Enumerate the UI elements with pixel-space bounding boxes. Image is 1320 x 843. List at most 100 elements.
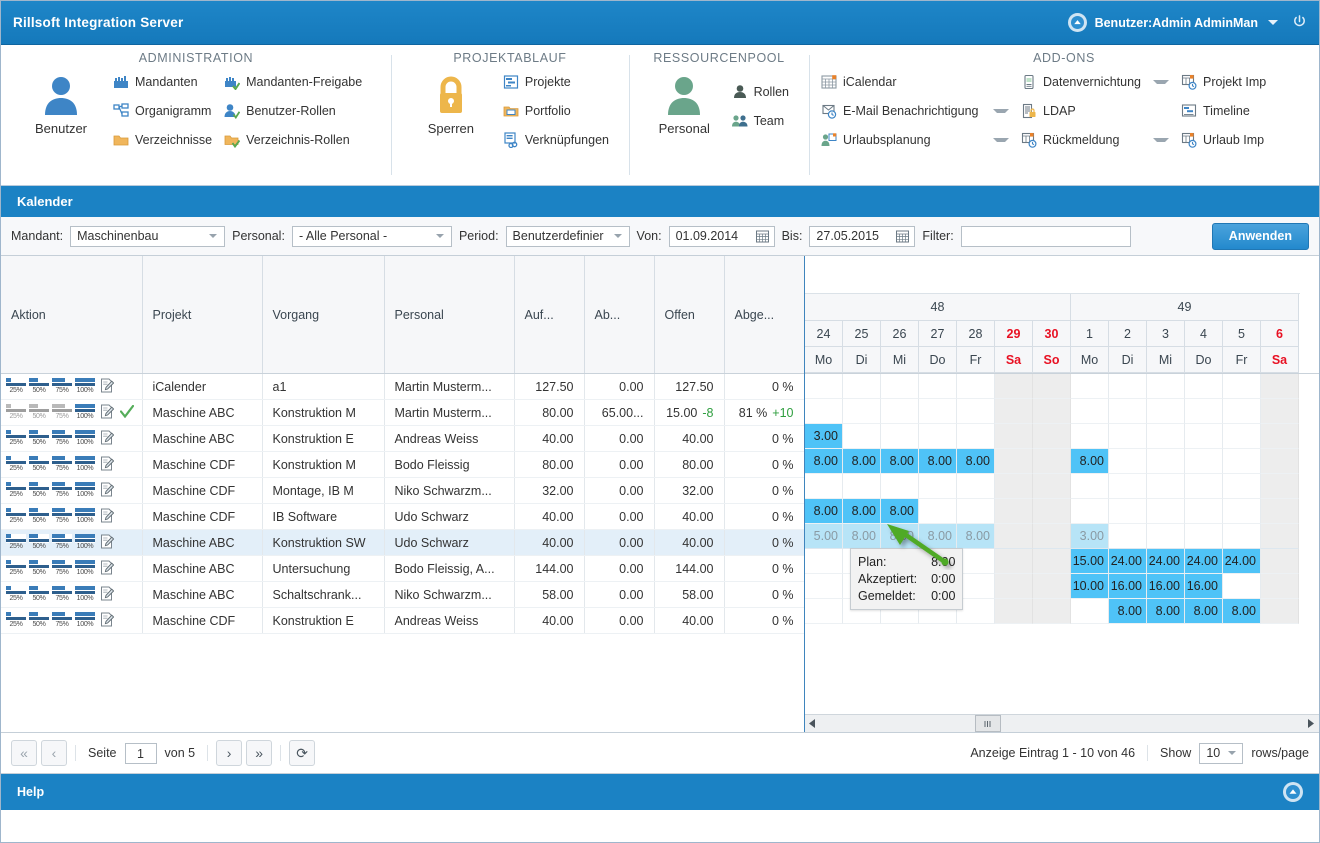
calendar-empty-cell[interactable]: [1223, 449, 1261, 474]
calendar-empty-cell[interactable]: [1185, 399, 1223, 424]
table-row[interactable]: 25%50%75%100%Maschine CDFIB SoftwareUdo …: [1, 504, 804, 530]
calendar-empty-cell[interactable]: [1185, 474, 1223, 499]
calendar-empty-cell[interactable]: [1223, 574, 1261, 599]
calendar-empty-cell[interactable]: [1109, 424, 1147, 449]
chevron-down-icon[interactable]: [993, 138, 1009, 142]
progress-25-button[interactable]: 25%: [5, 404, 27, 421]
progress-25-button[interactable]: 25%: [5, 586, 27, 603]
calendar-empty-cell[interactable]: [805, 574, 843, 599]
calendar-value-cell[interactable]: 8.00: [843, 449, 881, 474]
ribbon-item-team[interactable]: Team: [726, 106, 795, 135]
calendar-value-cell[interactable]: 16.00: [1185, 574, 1223, 599]
progress-75-button[interactable]: 75%: [51, 404, 73, 421]
ribbon-item-urlaubsplanung[interactable]: Urlaubsplanung: [815, 125, 1015, 154]
edit-icon[interactable]: [100, 430, 114, 448]
power-icon[interactable]: [1292, 14, 1307, 32]
ribbon-item-rollen[interactable]: Rollen: [726, 77, 795, 106]
first-page-button[interactable]: «: [11, 740, 37, 766]
calendar-value-cell[interactable]: 24.00: [1223, 549, 1261, 574]
calendar-empty-cell[interactable]: [1185, 524, 1223, 549]
calendar-empty-cell[interactable]: [881, 474, 919, 499]
progress-75-button[interactable]: 75%: [51, 586, 73, 603]
calendar-value-cell[interactable]: 8.00: [919, 449, 957, 474]
calendar-empty-cell[interactable]: [919, 399, 957, 424]
calendar-empty-cell[interactable]: [919, 499, 957, 524]
calendar-empty-cell[interactable]: [1147, 499, 1185, 524]
ribbon-big-button-personal[interactable]: Personal: [643, 67, 726, 136]
period-select[interactable]: Benutzerdefinier: [506, 226, 630, 247]
calendar-empty-cell[interactable]: [1261, 599, 1299, 624]
scroll-right-arrow-icon[interactable]: [1303, 719, 1317, 728]
calendar-empty-cell[interactable]: [1147, 424, 1185, 449]
calendar-empty-cell[interactable]: [995, 449, 1033, 474]
calendar-value-cell[interactable]: 24.00: [1109, 549, 1147, 574]
progress-75-button[interactable]: 75%: [51, 560, 73, 577]
calendar-value-cell[interactable]: 16.00: [1109, 574, 1147, 599]
progress-100-button[interactable]: 100%: [74, 534, 96, 551]
progress-25-button[interactable]: 25%: [5, 534, 27, 551]
calendar-value-cell[interactable]: 8.00: [1071, 449, 1109, 474]
calendar-empty-cell[interactable]: [1109, 399, 1147, 424]
calendar-empty-cell[interactable]: [995, 574, 1033, 599]
calendar-value-cell[interactable]: 8.00: [1185, 599, 1223, 624]
column-header-personal[interactable]: Personal: [384, 256, 514, 374]
ribbon-item-mandanten[interactable]: Mandanten: [107, 67, 218, 96]
column-header-aktion[interactable]: Aktion: [1, 256, 142, 374]
table-row[interactable]: 25%50%75%100%Maschine ABCKonstruktion SW…: [1, 530, 804, 556]
calendar-empty-cell[interactable]: [1071, 399, 1109, 424]
edit-icon[interactable]: [100, 612, 114, 630]
help-label[interactable]: Help: [17, 785, 44, 799]
progress-50-button[interactable]: 50%: [28, 560, 50, 577]
edit-icon[interactable]: [100, 456, 114, 474]
calendar-empty-cell[interactable]: [843, 424, 881, 449]
edit-icon[interactable]: [100, 534, 114, 552]
table-row[interactable]: 25%50%75%100%Maschine ABCKonstruktion MM…: [1, 400, 804, 426]
progress-100-button[interactable]: 100%: [74, 482, 96, 499]
prev-page-button[interactable]: ‹: [41, 740, 67, 766]
ribbon-item-email-benachrichtigung[interactable]: E-Mail Benachrichtigung: [815, 96, 1015, 125]
calendar-empty-cell[interactable]: [1185, 374, 1223, 399]
bis-date-input[interactable]: 27.05.2015: [809, 226, 915, 247]
calendar-empty-cell[interactable]: [1109, 474, 1147, 499]
calendar-value-cell[interactable]: 24.00: [1147, 549, 1185, 574]
calendar-empty-cell[interactable]: [957, 499, 995, 524]
edit-icon[interactable]: [100, 378, 114, 396]
progress-50-button[interactable]: 50%: [28, 586, 50, 603]
calendar-empty-cell[interactable]: [1109, 374, 1147, 399]
ribbon-big-button-benutzer[interactable]: Benutzer: [15, 67, 107, 136]
calendar-empty-cell[interactable]: [919, 424, 957, 449]
calendar-empty-cell[interactable]: [1261, 374, 1299, 399]
ribbon-item-verknuepfungen[interactable]: Verknüpfungen: [497, 125, 615, 154]
scroll-left-arrow-icon[interactable]: [805, 719, 819, 728]
ribbon-big-button-sperren[interactable]: Sperren: [405, 67, 497, 136]
progress-50-button[interactable]: 50%: [28, 404, 50, 421]
calendar-empty-cell[interactable]: [1033, 449, 1071, 474]
ribbon-item-mandanten-freigabe[interactable]: Mandanten-Freigabe: [218, 67, 368, 96]
calendar-value-cell[interactable]: 5.00: [805, 524, 843, 549]
calendar-empty-cell[interactable]: [1033, 374, 1071, 399]
calendar-horizontal-scrollbar[interactable]: [805, 714, 1319, 732]
table-row[interactable]: 25%50%75%100%Maschine CDFMontage, IB MNi…: [1, 478, 804, 504]
ribbon-item-benutzer-rollen[interactable]: Benutzer-Rollen: [218, 96, 368, 125]
filter-input[interactable]: [961, 226, 1131, 247]
ribbon-item-organigramm[interactable]: Organigramm: [107, 96, 218, 125]
progress-100-button[interactable]: 100%: [74, 586, 96, 603]
progress-50-button[interactable]: 50%: [28, 378, 50, 395]
calendar-empty-cell[interactable]: [881, 374, 919, 399]
calendar-value-cell[interactable]: 8.00: [957, 524, 995, 549]
calendar-empty-cell[interactable]: [1223, 524, 1261, 549]
calendar-empty-cell[interactable]: [995, 474, 1033, 499]
calendar-empty-cell[interactable]: [995, 374, 1033, 399]
calendar-empty-cell[interactable]: [805, 374, 843, 399]
calendar-empty-cell[interactable]: [1223, 399, 1261, 424]
column-header-abgearbeitet[interactable]: Ab...: [584, 256, 654, 374]
last-page-button[interactable]: »: [246, 740, 272, 766]
calendar-empty-cell[interactable]: [881, 399, 919, 424]
calendar-empty-cell[interactable]: [1223, 499, 1261, 524]
ribbon-item-icalendar[interactable]: iCalendar: [815, 67, 1015, 96]
calendar-empty-cell[interactable]: [1033, 524, 1071, 549]
column-header-offen[interactable]: Offen: [654, 256, 724, 374]
chevron-down-icon[interactable]: [993, 109, 1009, 113]
next-page-button[interactable]: ›: [216, 740, 242, 766]
calendar-value-cell[interactable]: 15.00: [1071, 549, 1109, 574]
